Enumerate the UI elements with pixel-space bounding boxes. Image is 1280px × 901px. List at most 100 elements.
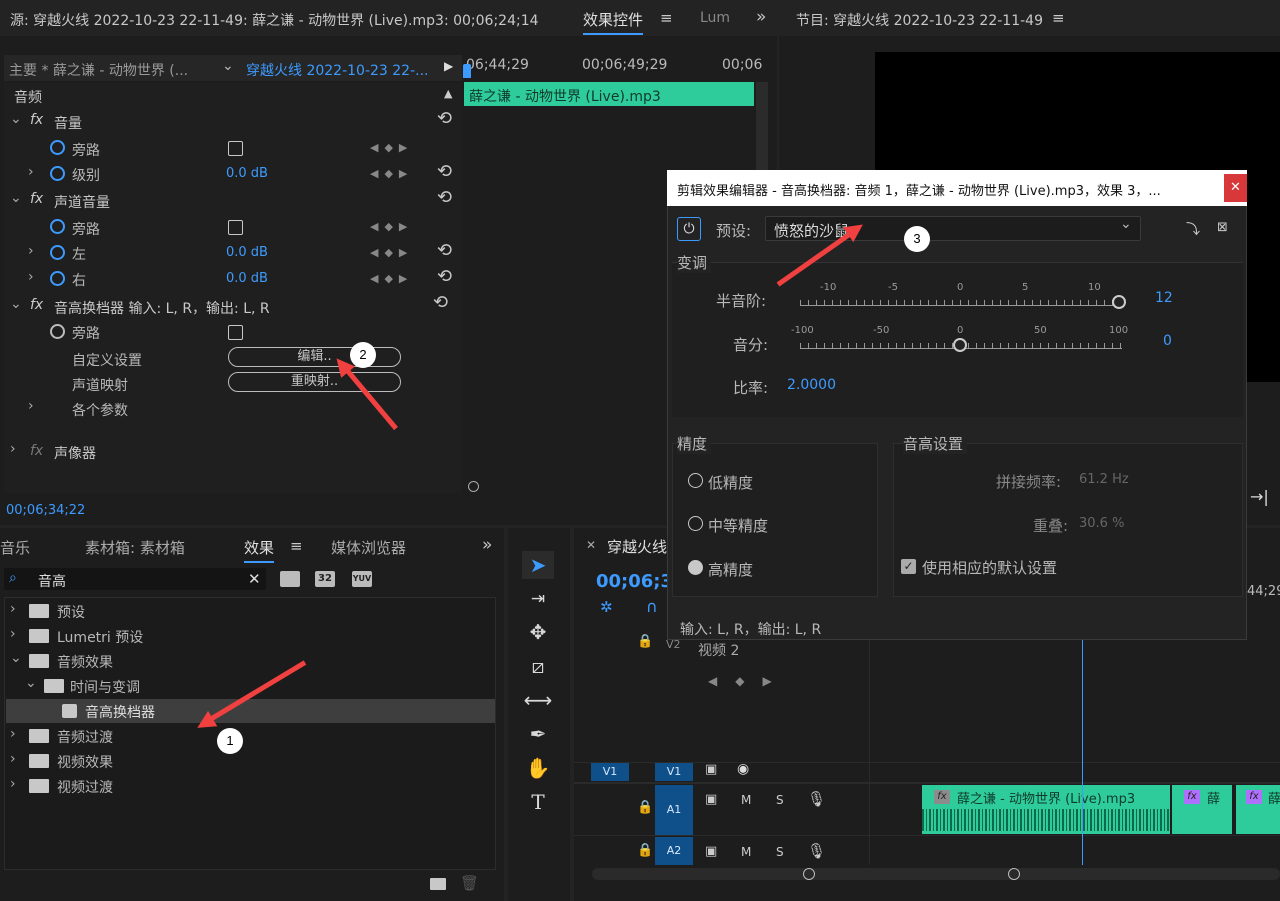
keyframe-nav-icon[interactable]: ◀◆▶	[370, 141, 413, 154]
lock-icon[interactable]: 🔒	[637, 800, 653, 815]
timeline-playhead[interactable]	[1082, 615, 1083, 865]
fx-badge[interactable]: fx	[934, 790, 950, 804]
hand-tool-icon[interactable]: ✋	[522, 754, 554, 782]
remap-button[interactable]: 重映射..	[228, 372, 401, 392]
slip-tool-icon[interactable]: ⟷	[522, 686, 554, 714]
tab-menu-icon[interactable]: ≡	[1052, 9, 1065, 27]
keyframe-nav-icon[interactable]: ◀◆▶	[370, 220, 413, 233]
cents-slider[interactable]: -100 -50 0 50 100	[791, 325, 1128, 353]
lock-icon[interactable]: 🔒	[637, 634, 653, 649]
tree-item-audio-effects[interactable]: 音频效果	[57, 652, 113, 672]
tree-item-audio-transitions[interactable]: 音频过渡	[57, 727, 113, 747]
keyframe-nav-icon[interactable]: ◀◆▶	[370, 272, 413, 285]
stopwatch-icon[interactable]	[50, 324, 65, 339]
tree-item-video-transitions[interactable]: 视频过渡	[57, 777, 113, 797]
razor-tool-icon[interactable]: ⧄	[522, 652, 554, 680]
audio-clip-2[interactable]	[1172, 785, 1232, 834]
close-icon[interactable]: ✕	[586, 538, 596, 552]
eye-icon[interactable]: ◉	[737, 761, 749, 777]
tree-item-video-effects[interactable]: 视频效果	[57, 752, 113, 772]
more-tabs-icon[interactable]: »	[756, 7, 766, 27]
chevron-right-icon[interactable]: ›	[10, 726, 16, 742]
slider-thumb[interactable]	[1112, 295, 1126, 309]
stopwatch-icon[interactable]	[50, 166, 65, 181]
chevron-right-icon[interactable]: ›	[28, 164, 34, 180]
track-a1-label[interactable]: A1	[655, 785, 693, 835]
chevron-down-icon[interactable]: ⌄	[10, 650, 22, 666]
yuv-effects-icon[interactable]: YUV	[352, 571, 372, 587]
tree-item-lumetri-presets[interactable]: Lumetri 预设	[57, 627, 143, 647]
playhead-marker[interactable]	[463, 64, 471, 78]
level-value[interactable]: 0.0 dB	[226, 166, 268, 181]
microphone-icon[interactable]: 🎙	[807, 842, 826, 860]
scroll-handle[interactable]	[468, 481, 479, 492]
tab-music[interactable]: 音乐	[0, 537, 30, 558]
left-value[interactable]: 0.0 dB	[226, 245, 268, 260]
film-icon[interactable]: ▣	[705, 792, 717, 807]
film-icon[interactable]: ▣	[705, 762, 717, 777]
tree-item-time-pitch[interactable]: 时间与变调	[70, 677, 140, 697]
stopwatch-icon[interactable]	[50, 140, 65, 155]
source-title[interactable]: 源: 穿越火线 2022-10-23 22-11-49: 薛之谦 - 动物世界 …	[10, 10, 539, 30]
lock-icon[interactable]: 🔒	[637, 843, 653, 858]
film-icon[interactable]: ▣	[705, 844, 717, 859]
reset-icon[interactable]: ⟲	[437, 161, 452, 182]
keyframe-nav-icon[interactable]: ◀◆▶	[370, 167, 413, 180]
chevron-right-icon[interactable]: ›	[10, 626, 16, 642]
selection-tool-icon[interactable]: ➤	[522, 551, 554, 579]
fx-badge[interactable]: fx	[1246, 790, 1262, 804]
track-select-tool-icon[interactable]: ⇥	[522, 585, 554, 613]
mid-precision-radio[interactable]	[688, 516, 703, 531]
ripple-edit-tool-icon[interactable]: ✥	[522, 618, 554, 646]
trash-icon[interactable]: 🗑	[460, 874, 479, 892]
clear-search-icon[interactable]: ✕	[248, 570, 261, 588]
zoom-handle-right[interactable]	[1008, 868, 1020, 880]
delete-preset-icon[interactable]: ⊠	[1217, 220, 1228, 235]
chevron-right-icon[interactable]: ›	[28, 243, 34, 259]
zoom-handle-left[interactable]	[803, 868, 815, 880]
tab-effects[interactable]: 效果	[244, 537, 275, 563]
track-v1-label[interactable]: V1	[655, 763, 693, 781]
32bit-effects-icon[interactable]: 32	[315, 571, 335, 587]
tab-media-browser[interactable]: 媒体浏览器	[331, 537, 406, 558]
channel-bypass-checkbox[interactable]	[228, 220, 243, 235]
chevron-down-icon[interactable]: ⌄	[10, 190, 22, 206]
low-precision-radio[interactable]	[688, 473, 703, 488]
pen-tool-icon[interactable]: ✒	[522, 720, 554, 748]
high-precision-label[interactable]: 高精度	[708, 559, 753, 580]
reset-menu-icon[interactable]: ⟲	[433, 292, 448, 313]
semitones-value[interactable]: 12	[1155, 290, 1173, 306]
use-default-checkbox[interactable]: ✓	[901, 559, 916, 574]
collapse-up-icon[interactable]: ▲	[444, 87, 452, 100]
chevron-down-icon[interactable]: ⌄	[25, 675, 37, 691]
mid-precision-label[interactable]: 中等精度	[708, 515, 768, 536]
stopwatch-icon[interactable]	[50, 245, 65, 260]
linked-selection-icon[interactable]: ∩	[646, 597, 658, 616]
fx-icon[interactable]: fx	[30, 191, 43, 207]
source-v1-target[interactable]: V1	[591, 763, 629, 781]
solo-button[interactable]: S	[776, 845, 784, 859]
high-precision-radio[interactable]	[688, 560, 703, 575]
master-clip-label[interactable]: 主要 * 薛之谦 - 动物世界 (...	[9, 60, 188, 80]
chevron-down-icon[interactable]: ⌄	[10, 296, 22, 312]
chevron-right-icon[interactable]: ›	[10, 601, 16, 617]
tab-effect-controls[interactable]: 效果控件	[583, 9, 644, 35]
semitones-slider[interactable]: -10 -5 0 5 10	[800, 282, 1126, 310]
microphone-icon[interactable]: 🎙	[807, 790, 826, 808]
fx-badge[interactable]: fx	[1184, 790, 1200, 804]
fx-icon[interactable]: fx	[30, 112, 43, 128]
h-scrollbar[interactable]	[466, 481, 666, 492]
new-bin-icon[interactable]	[430, 878, 446, 890]
tab-bin[interactable]: 素材箱: 素材箱	[85, 537, 185, 558]
dialog-close-button[interactable]: ✕	[1224, 174, 1247, 202]
chevron-right-icon[interactable]: ›	[10, 776, 16, 792]
chevron-right-icon[interactable]: ›	[28, 269, 34, 285]
ratio-value[interactable]: 2.0000	[787, 377, 836, 393]
tree-item-presets[interactable]: 预设	[57, 602, 85, 622]
chevron-right-icon[interactable]: ›	[10, 441, 16, 457]
low-precision-label[interactable]: 低精度	[708, 472, 753, 493]
play-triangle-icon[interactable]: ▶	[444, 59, 453, 73]
mute-button[interactable]: M	[741, 793, 751, 807]
chevron-right-icon[interactable]: ›	[28, 398, 34, 414]
chevron-down-icon[interactable]: ⌄	[222, 58, 234, 74]
